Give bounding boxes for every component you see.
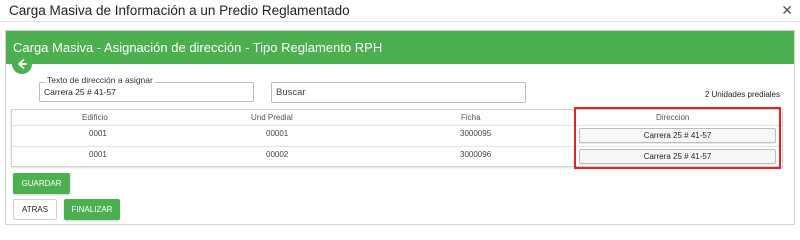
window-title: Carga Masiva de Información a un Predio … [9, 3, 350, 18]
address-field[interactable]: Texto de dirección a asignar Carrera 25 … [39, 75, 254, 102]
back-button[interactable] [12, 54, 32, 74]
panel-title: Carga Masiva - Asignación de dirección -… [13, 40, 383, 55]
table-row: 0001 00002 3000096 Carrera 25 # 41-57 [12, 147, 782, 166]
cell-ficha: 3000096 [460, 150, 492, 159]
cell-edificio: 0001 [89, 150, 107, 159]
search-placeholder: Buscar [276, 87, 306, 98]
cell-ficha: 3000095 [460, 129, 492, 138]
units-table: Edificio Und Predial Ficha Direccion 000… [11, 109, 783, 167]
address-field-label: Texto de dirección a asignar [45, 75, 155, 86]
guardar-button[interactable]: GUARDAR [13, 173, 70, 194]
search-input[interactable]: Buscar [271, 82, 526, 103]
header-und-predial: Und Predial [251, 113, 293, 122]
window-titlebar: Carga Masiva de Información a un Predio … [0, 0, 800, 22]
units-count: 2 Unidades prediales [704, 90, 780, 99]
header-ficha: Ficha [461, 113, 481, 122]
direccion-button[interactable]: Carrera 25 # 41-57 [579, 149, 776, 164]
header-direccion: Direccion [656, 113, 690, 122]
arrow-left-icon [18, 59, 27, 69]
header-edificio: Edificio [82, 113, 108, 122]
close-icon[interactable]: ✕ [781, 2, 793, 19]
address-field-value: Carrera 25 # 41-57 [44, 87, 116, 97]
panel-header: Carga Masiva - Asignación de dirección -… [6, 31, 794, 64]
finalizar-button[interactable]: FINALIZAR [64, 199, 120, 220]
table-row: 0001 00001 3000095 Carrera 25 # 41-57 [12, 126, 782, 145]
cell-und-predial: 00001 [266, 129, 289, 138]
direccion-button[interactable]: Carrera 25 # 41-57 [579, 128, 776, 143]
cell-edificio: 0001 [89, 129, 107, 138]
cell-und-predial: 00002 [266, 150, 289, 159]
atras-button[interactable]: ATRAS [13, 199, 57, 220]
